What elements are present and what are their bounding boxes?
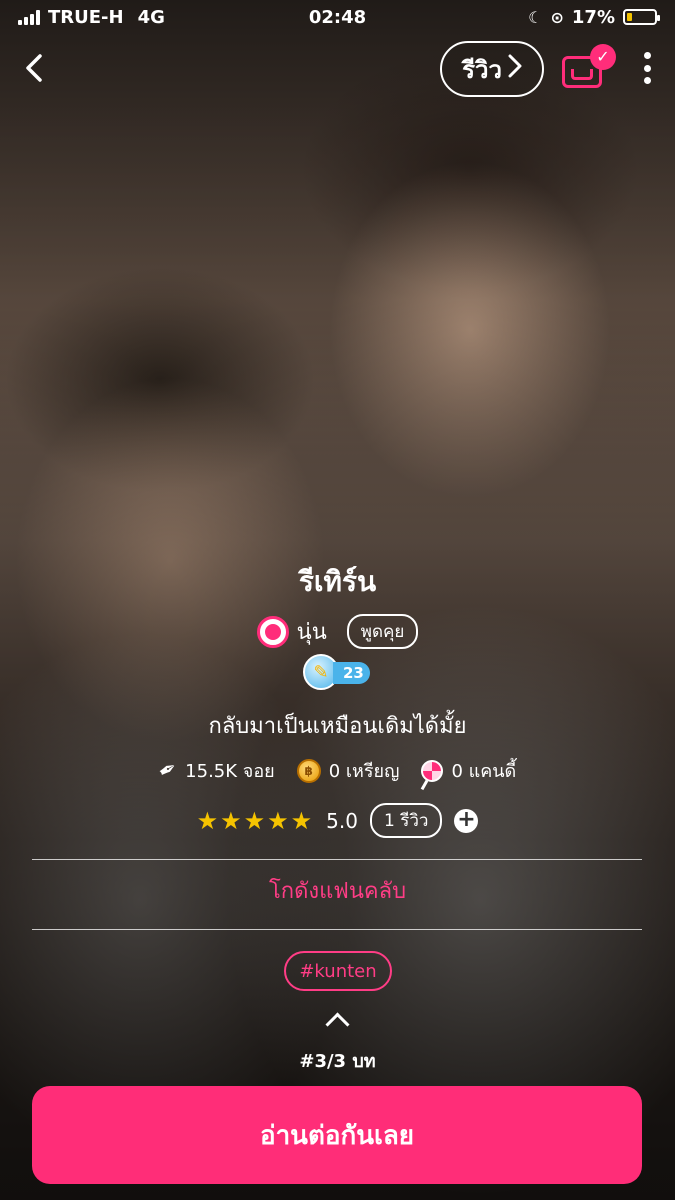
rating-row: ★★★★★ 5.0 1 รีวิว + (0, 803, 675, 838)
fanclub-link[interactable]: โกดังแฟนคลับ (0, 873, 675, 908)
review-count-button[interactable]: 1 รีวิว (369, 803, 443, 838)
candy-icon (421, 759, 444, 782)
moon-icon: ☾ (528, 7, 543, 27)
network-label: 4G (137, 6, 165, 28)
chat-button[interactable]: พูดคุย (346, 614, 419, 649)
add-review-button[interactable]: + (454, 808, 479, 833)
divider-bottom (32, 929, 642, 930)
star-rating: ★★★★★ (196, 806, 315, 835)
back-icon[interactable] (18, 50, 54, 86)
lock-rotation-icon: ⊙ (550, 7, 564, 27)
rating-score: 5.0 (326, 808, 358, 833)
battery-icon (623, 9, 660, 25)
status-right: ☾ ⊙ 17% (528, 6, 660, 28)
story-tagline: กลับมาเป็นเหมือนเดิมได้มั้ย (208, 714, 467, 739)
candy-value: 0 แคนดี้ (451, 761, 517, 782)
more-icon[interactable] (636, 50, 658, 86)
status-bar: TRUE-H 4G 02:48 ☾ ⊙ 17% (0, 0, 675, 34)
author-avatar[interactable] (256, 615, 289, 648)
review-button-label: รีวิว (462, 55, 502, 84)
add-to-shelf-button[interactable]: ✓ (560, 42, 616, 92)
chevron-right-icon (508, 54, 522, 85)
carrier-label: TRUE-H (48, 6, 124, 28)
continue-reading-button[interactable]: อ่านต่อกันเลย (32, 1086, 642, 1184)
story-title: รีเทิร์น (298, 565, 377, 598)
chapter-indicator: #3/3 บท (299, 1051, 376, 1072)
battery-percent: 17% (571, 6, 615, 28)
coin-icon: ฿ (296, 758, 321, 783)
views-stat: ✒ 15.5K จอย (154, 755, 275, 786)
writer-level-badge: ✎ 23 (303, 654, 373, 692)
story-stats: ✒ 15.5K จอย ฿ 0 เหรียญ 0 แคนดี้ (0, 755, 675, 786)
chevron-up-icon[interactable] (322, 1010, 352, 1030)
check-icon: ✓ (590, 44, 616, 70)
coins-stat: ฿ 0 เหรียญ (296, 756, 400, 785)
writer-level-number: 23 (333, 662, 370, 684)
signal-icon (18, 9, 40, 25)
coins-value: 0 เหรียญ (328, 761, 400, 782)
tag-chip[interactable]: #kunten (284, 951, 392, 991)
author-name[interactable]: นุ่น (297, 614, 327, 649)
review-button[interactable]: รีวิว (440, 41, 544, 97)
pen-icon: ✒ (153, 755, 183, 786)
views-value: 15.5K จอย (185, 761, 275, 782)
status-left: TRUE-H 4G (18, 7, 165, 28)
divider-top (32, 859, 642, 860)
author-row: นุ่น พูดคุย (0, 614, 675, 649)
candy-stat: 0 แคนดี้ (421, 756, 516, 785)
